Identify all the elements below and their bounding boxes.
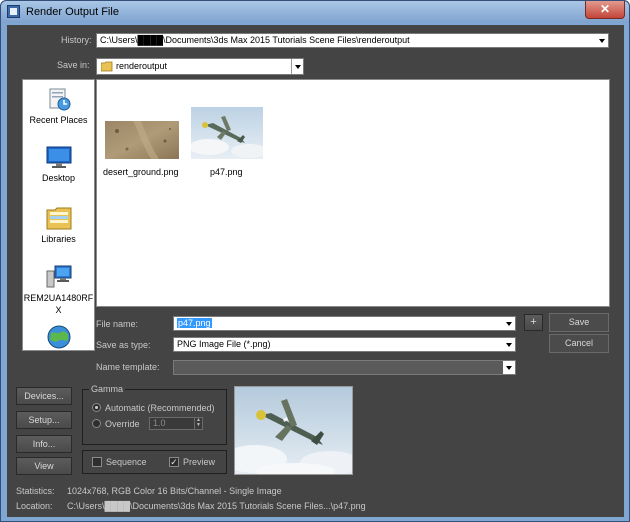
folder-icon [101,61,113,72]
places-bar: Recent Places Desktop Libraries REM2UA14… [22,79,95,351]
save-button[interactable]: Save [549,313,609,332]
desktop-icon [46,146,71,168]
spinner-arrows-icon[interactable]: ▲ ▼ [194,418,202,429]
save-as-type-dropdown[interactable]: PNG Image File (*.png) [173,337,516,352]
preview-image [235,387,352,474]
place-desktop[interactable]: Desktop [23,146,94,183]
save-in-label: Save in: [57,60,90,70]
render-output-file-window: Render Output File ✕ History: C:\Users\█… [0,0,630,522]
place-label: Recent Places [29,115,88,125]
title-bar[interactable]: Render Output File ✕ [1,1,629,23]
place-label: Libraries [41,234,76,244]
place-libraries[interactable]: Libraries [23,205,94,244]
file-list[interactable]: desert_ground.png p47.png [96,79,610,307]
place-label: Desktop [41,173,76,183]
gamma-override-label[interactable]: Override [105,419,140,429]
close-button[interactable]: ✕ [585,1,625,19]
add-button[interactable]: + [524,314,543,331]
sequence-label[interactable]: Sequence [106,457,147,467]
file-name-label[interactable]: desert_ground.png [103,167,179,177]
image-preview [234,386,353,475]
gamma-override-value: 1.0 [153,418,166,428]
libraries-icon [46,207,71,230]
place-computer[interactable]: REM2UA1480RF X [23,265,94,316]
file-name-input[interactable]: p47.png [173,316,516,331]
history-label: History: [61,35,92,45]
devices-button[interactable]: Devices... [16,387,72,405]
computer-icon [46,265,71,288]
save-as-type-value: PNG Image File (*.png) [177,339,271,349]
place-network[interactable] [23,324,94,350]
chevron-down-icon[interactable] [503,361,515,374]
chevron-down-icon[interactable] [503,338,515,351]
view-button[interactable]: View [16,457,72,475]
save-in-dropdown[interactable]: renderoutput [96,58,304,75]
file-thumbnail [105,121,179,159]
recent-places-icon [49,88,70,111]
file-item[interactable] [189,107,267,161]
setup-button[interactable]: Setup... [16,411,72,429]
location-label: Location: [16,501,53,511]
statistics-value: 1024x768, RGB Color 16 Bits/Channel - Si… [67,486,282,496]
preview-label[interactable]: Preview [183,457,215,467]
save-as-type-label: Save as type: [96,340,151,350]
chevron-down-icon[interactable] [503,317,515,330]
history-value: C:\Users\████\Documents\3ds Max 2015 Tut… [100,35,410,45]
file-thumbnail [189,107,267,159]
place-recent-places[interactable]: Recent Places [23,86,94,125]
gamma-automatic-label[interactable]: Automatic (Recommended) [105,403,215,413]
window-title: Render Output File [26,6,119,18]
file-name-label[interactable]: p47.png [210,167,243,177]
statistics-label: Statistics: [16,486,55,496]
file-name-label: File name: [96,319,139,329]
sequence-checkbox[interactable] [92,457,102,467]
file-item[interactable] [105,121,179,161]
preview-checkbox[interactable]: ✓ [169,457,179,467]
location-value: C:\Users\████\Documents\3ds Max 2015 Tut… [67,501,366,511]
info-button[interactable]: Info... [16,435,72,453]
file-name-value: p47.png [177,318,212,328]
history-dropdown[interactable]: C:\Users\████\Documents\3ds Max 2015 Tut… [96,33,609,48]
dialog-body: History: C:\Users\████\Documents\3ds Max… [7,25,624,517]
gamma-automatic-radio[interactable] [92,403,101,412]
gamma-override-radio[interactable] [92,419,101,428]
app-icon [7,5,20,18]
network-icon [47,325,70,349]
chevron-down-icon[interactable] [596,34,608,47]
name-template-dropdown[interactable] [173,360,516,375]
gamma-title: Gamma [89,384,126,394]
save-in-value: renderoutput [116,61,168,71]
cancel-button[interactable]: Cancel [549,334,609,353]
place-label: REM2UA1480RF X [23,293,94,315]
name-template-label: Name template: [96,362,160,372]
chevron-down-icon[interactable] [291,59,303,74]
gamma-override-spinner[interactable]: 1.0 ▲ ▼ [149,417,203,430]
